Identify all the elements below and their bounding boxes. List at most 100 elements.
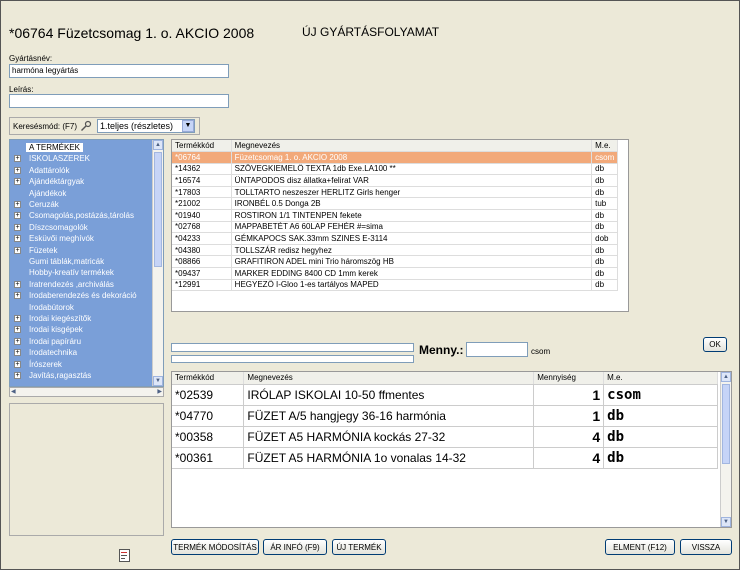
expand-plus-icon[interactable]: + <box>14 326 21 334</box>
tree-item[interactable]: + Adattárolók <box>10 166 150 176</box>
product-code-cell: *09437 <box>172 267 232 280</box>
expand-plus-icon[interactable]: + <box>14 372 21 379</box>
tree-item[interactable]: + Javítás,ragasztás <box>10 371 150 381</box>
ok-button[interactable]: OK <box>703 337 727 352</box>
column-header-name[interactable]: Megnevezés <box>231 140 593 153</box>
expand-plus-icon[interactable]: + <box>14 360 21 368</box>
table-row[interactable]: *12991 HEGYEZŐ I-Gloo 1-es tartályos MAPE… <box>172 279 618 292</box>
table-row[interactable]: *02768 MAPPABETÉT A6 60LAP FEHÉR #=sima db <box>172 221 618 234</box>
tree-item[interactable]: Ajándékok <box>10 189 150 199</box>
table-row[interactable]: *00361 FÜZET A5 HARMÓNIA 1o vonalas 14-32… <box>172 447 718 469</box>
expand-plus-icon[interactable]: + <box>14 280 21 288</box>
table-row[interactable]: *16574 ÜNTAPODOS disz állatka+felirat VAR… <box>172 174 618 187</box>
expand-plus-icon[interactable]: + <box>14 349 21 357</box>
tree-item[interactable]: + Irodai papíráru <box>10 337 150 347</box>
table-row[interactable]: *04380 TOLLSZÁR redisz hegyhez db <box>172 244 618 257</box>
tree-item[interactable]: A TERMÉKEK <box>10 143 150 153</box>
expand-plus-icon[interactable]: + <box>14 178 21 186</box>
scroll-down-icon[interactable]: ▼ <box>153 376 163 386</box>
product-unit-cell: dob <box>591 232 618 245</box>
table-row[interactable]: *04233 GÉMKAPOCS SAK.33mm SZINES E-3114 do… <box>172 232 618 245</box>
search-mode-select[interactable]: 1.teljes (részletes) ▼ <box>97 119 195 133</box>
product-unit-cell: csom <box>591 151 618 164</box>
scroll-down-icon[interactable]: ▼ <box>721 517 731 527</box>
tree-item[interactable]: + Irodatechnika <box>10 348 150 358</box>
expand-plus-icon[interactable]: + <box>14 212 21 220</box>
tree-scrollbar[interactable]: ▲ ▼ <box>152 140 163 386</box>
quantity-input[interactable] <box>466 342 528 357</box>
tree-item[interactable]: + Esküvői meghívók <box>10 234 150 244</box>
tree-item[interactable]: + ISKOLASZEREK <box>10 154 150 164</box>
tree-item[interactable]: + Csomagolás,postázás,tárolás <box>10 211 150 221</box>
table-row[interactable]: *09437 MARKER EDDING 8400 CD 1mm kerek db <box>172 267 618 280</box>
table-row[interactable]: *08866 GRAFITIRON ADEL mini Trio háromszö… <box>172 255 618 269</box>
product-grid[interactable]: Termékkód Megnevezés M.e. *06764 Füzetcso… <box>171 139 629 312</box>
new-product-button[interactable]: ÚJ TERMÉK <box>332 539 386 555</box>
column-header-quantity[interactable]: Mennyiség <box>533 372 605 385</box>
tree-item[interactable]: + Díszcsomagolók <box>10 223 150 233</box>
tree-item-label: Díszcsomagolók <box>29 222 88 232</box>
category-tree[interactable]: ▲ ▼ A TERMÉKEK + ISKOLASZEREK + Adattárolók +… <box>9 139 164 387</box>
name-field[interactable]: harmóna legyártás <box>9 64 229 78</box>
tree-item[interactable]: + Irodaberendezés és dekoráció <box>10 291 150 301</box>
tree-item[interactable]: Irodabútorok <box>10 303 150 313</box>
expand-plus-icon[interactable]: + <box>14 246 21 254</box>
product-unit-cell: db <box>591 186 618 199</box>
table-row[interactable]: *06764 Füzetcsomag 1. o. AKCIO 2008 csom <box>172 151 618 164</box>
tree-hscrollbar[interactable]: ◀ ▶ <box>9 387 164 397</box>
expand-plus-icon[interactable]: + <box>14 155 21 163</box>
back-button[interactable]: VISSZA <box>680 539 732 555</box>
save-button[interactable]: ELMENT (F12) <box>605 539 675 555</box>
column-header-code[interactable]: Termékkód <box>172 140 232 153</box>
column-header-code[interactable]: Termékkód <box>172 372 245 385</box>
tree-item[interactable]: Gumi táblák,matricák <box>10 257 150 267</box>
tree-item[interactable]: + Ceruzák <box>10 200 150 210</box>
tree-item[interactable]: + Füzetek <box>10 246 150 256</box>
expand-plus-icon[interactable]: + <box>14 315 21 322</box>
component-qty-cell: 4 <box>533 447 605 469</box>
expand-plus-icon[interactable]: + <box>14 235 21 243</box>
table-row[interactable]: *02539 IRÓLAP ISKOLAI 10-50 ffmentes 1 csom <box>172 384 718 406</box>
document-icon[interactable] <box>119 549 130 562</box>
tree-item[interactable]: Hobby-kreatív termékek <box>10 268 150 278</box>
column-header-unit[interactable]: M.e. <box>591 140 618 153</box>
product-name-cell: TOLLTARTO neszeszer HERLITZ Girls henger <box>231 186 593 199</box>
tree-item[interactable]: + Ajándéktárgyak <box>10 177 150 187</box>
tree-item[interactable]: + Írószerek <box>10 360 150 370</box>
scroll-up-icon[interactable]: ▲ <box>153 140 163 150</box>
tree-scroll-thumb[interactable] <box>154 152 162 267</box>
table-row[interactable]: *21002 IRONBÉL 0.5 Donga 2B tub <box>172 197 618 211</box>
tree-item[interactable]: + Irodai kiegészítők <box>10 314 150 324</box>
table-row[interactable]: *17803 TOLLTARTO neszeszer HERLITZ Girls … <box>172 186 618 199</box>
column-header-unit[interactable]: M.e. <box>603 372 718 385</box>
expand-plus-icon[interactable]: + <box>14 201 21 208</box>
table-row[interactable]: *14362 SZÖVEGKIEMELŐ TEXTA 1db Exe.LA100 … <box>172 163 618 176</box>
tree-item[interactable]: + Iratrendezés ,archiválás <box>10 280 150 290</box>
description-field[interactable] <box>9 94 229 108</box>
component-scrollbar[interactable]: ▲ ▼ <box>720 372 731 527</box>
scroll-up-icon[interactable]: ▲ <box>721 372 731 382</box>
expand-plus-icon[interactable]: + <box>14 223 21 231</box>
product-unit-cell: db <box>591 255 618 269</box>
product-unit-cell: db <box>591 209 618 222</box>
expand-plus-icon[interactable]: + <box>14 166 21 174</box>
table-row[interactable]: *01940 ROSTIRON 1/1 TINTENPEN fekete db <box>172 209 618 222</box>
expand-plus-icon[interactable]: + <box>14 292 21 300</box>
tree-item-label: Ajándéktárgyak <box>29 177 85 187</box>
modify-product-button[interactable]: TERMÉK MÓDOSÍTÁS <box>171 539 259 555</box>
table-row[interactable]: *04770 FÜZET A/5 hangjegy 36-16 harmónia 1… <box>172 405 718 427</box>
column-header-name[interactable]: Megnevezés <box>243 372 535 385</box>
scroll-left-icon[interactable]: ◀ <box>11 388 16 395</box>
component-grid[interactable]: Termékkód Megnevezés Mennyiség M.e. *025… <box>171 371 732 528</box>
tree-item[interactable]: + Irodai kisgépek <box>10 325 150 335</box>
table-row[interactable]: *00358 FÜZET A5 HARMÓNIA kockás 27-32 4 db <box>172 426 718 448</box>
expand-plus-icon[interactable]: + <box>14 337 21 345</box>
product-name-cell: GRAFITIRON ADEL mini Trio háromszög HB <box>231 255 593 269</box>
component-scroll-thumb[interactable] <box>722 384 730 464</box>
key-icon[interactable] <box>80 120 92 132</box>
product-name-cell: GÉMKAPOCS SAK.33mm SZINES E-3114 <box>231 232 593 245</box>
scroll-right-icon[interactable]: ▶ <box>157 388 162 395</box>
price-info-button[interactable]: ÁR INFÓ (F9) <box>263 539 327 555</box>
chevron-down-icon[interactable]: ▼ <box>182 120 194 132</box>
progress-bar-2 <box>171 355 414 363</box>
